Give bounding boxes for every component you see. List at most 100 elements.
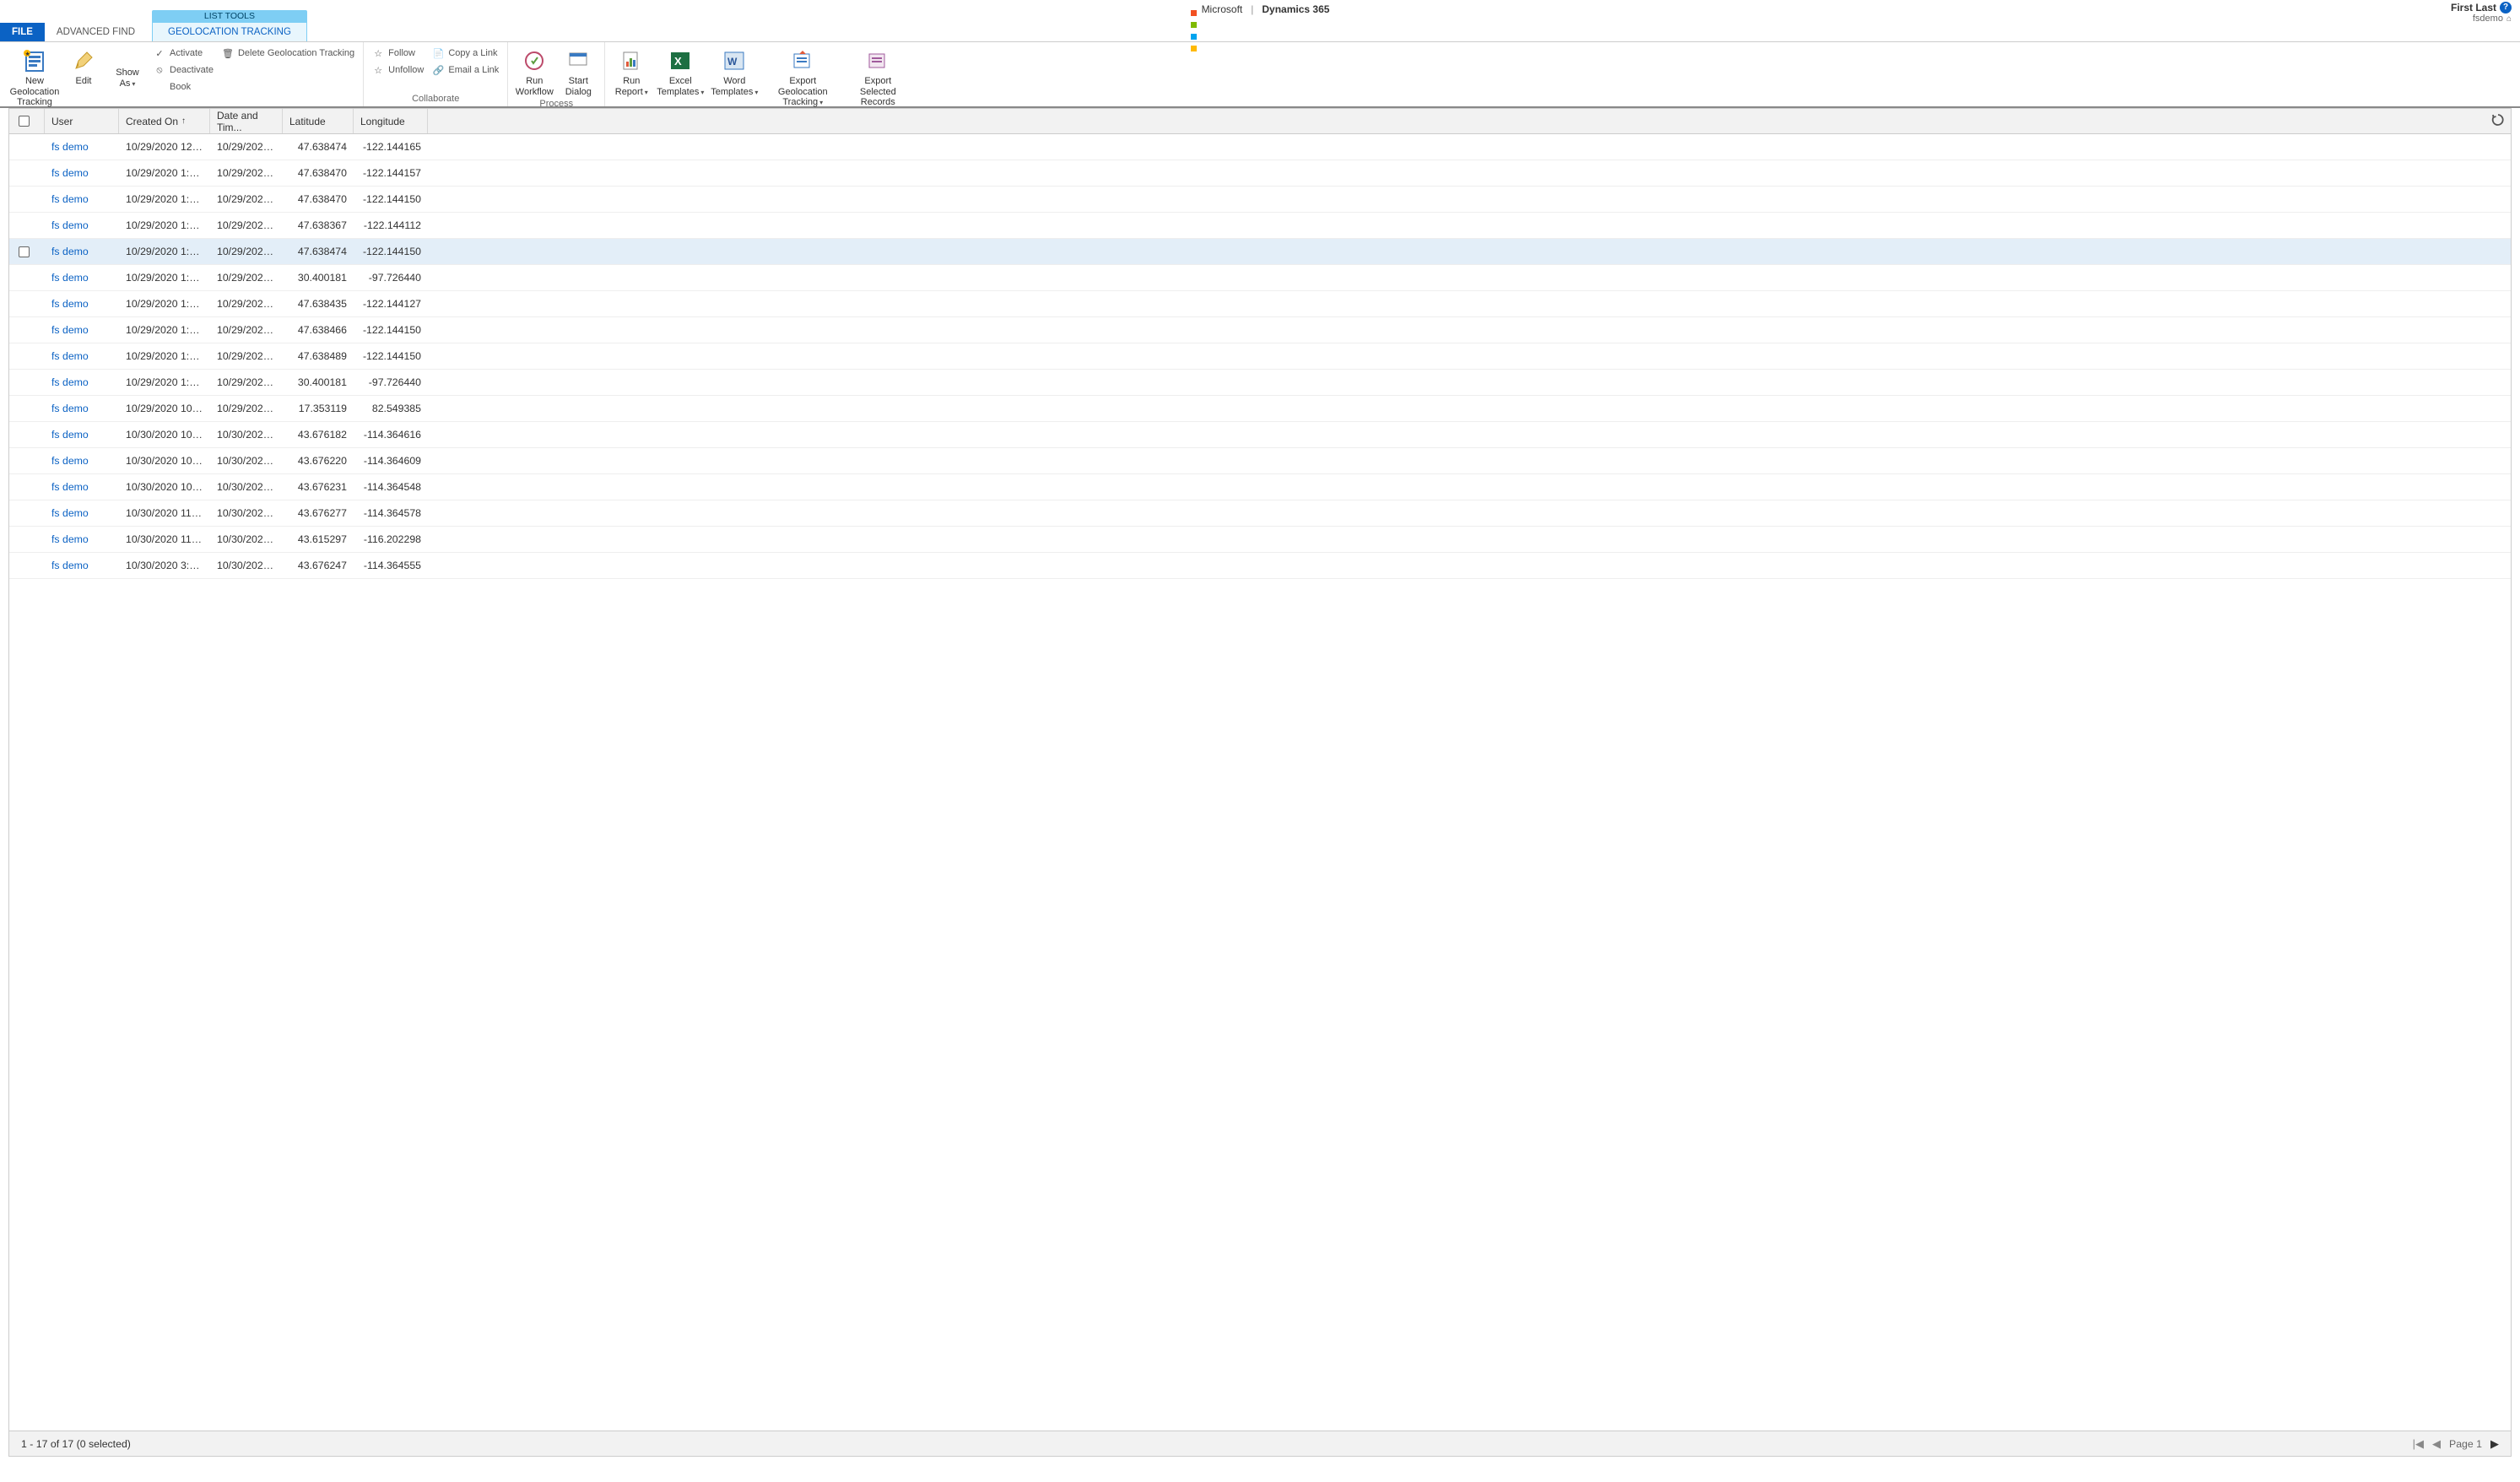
show-as-button[interactable]: Show As▾ [106,46,149,89]
table-row[interactable]: fs demo10/29/2020 12:57 ...10/29/2020 1.… [9,134,2511,160]
user-link[interactable]: fs demo [51,350,89,362]
export-selected-button[interactable]: Export Selected Records [845,46,911,108]
cell-created-on: 10/30/2020 3:13 ... [119,560,210,571]
user-link[interactable]: fs demo [51,481,89,493]
first-page-button[interactable]: |◀ [2413,1437,2424,1451]
tab-advanced-find[interactable]: ADVANCED FIND [45,23,147,41]
new-geolocation-button[interactable]: ★ New Geolocation Tracking [8,46,61,108]
product-label: Dynamics 365 [1262,3,1329,15]
table-row[interactable]: fs demo 10/30/2020 3:13 ...10/30/2020 3..… [9,553,2511,579]
table-row[interactable]: fs demo10/29/2020 1:24 ...10/29/2020 1..… [9,317,2511,343]
brand-bar: Microsoft | Dynamics 365 First Last ? fs… [0,0,2520,19]
table-row[interactable]: fs demo10/29/2020 1:20 ...10/29/2020 1..… [9,239,2511,265]
column-longitude[interactable]: Longitude [354,109,428,133]
email-link-button[interactable]: 🔗Email a Link [429,62,502,78]
table-row[interactable]: fs demo 10/29/2020 1:25 ...10/29/2020 1..… [9,343,2511,370]
user-link[interactable]: fs demo [51,560,89,571]
next-page-button[interactable]: ▶ [2490,1437,2499,1451]
delete-geolocation-button[interactable]: 🗑Delete Geolocation Tracking [219,46,358,61]
run-report-button[interactable]: Run Report▾ [610,46,652,97]
table-row[interactable]: fs demo10/30/2020 11:45 ...10/30/2020 1.… [9,500,2511,527]
cell-latitude: 47.638489 [283,350,354,362]
user-link[interactable]: fs demo [51,533,89,545]
cell-created-on: 10/29/2020 1:25 ... [119,350,210,362]
user-link[interactable]: fs demo [51,403,89,414]
column-user[interactable]: User [45,109,119,133]
report-icon [618,47,645,74]
refresh-button[interactable] [2490,112,2506,127]
table-row[interactable]: fs demo10/30/2020 10:55 ...10/30/2020 1.… [9,474,2511,500]
home-icon[interactable]: ⌂ [2506,14,2512,24]
user-link[interactable]: fs demo [51,324,89,336]
cell-created-on: 10/29/2020 10:16 ... [119,403,210,414]
chevron-down-icon: ▾ [645,89,648,96]
cell-user: fs demo [45,481,119,493]
cell-date-time: 10/29/2020 1... [210,167,283,179]
svg-text:★: ★ [25,51,30,57]
cell-created-on: 10/29/2020 1:20 ... [119,272,210,284]
ribbon-tabs: FILE ADVANCED FIND LIST TOOLS GEOLOCATIO… [0,19,2520,42]
user-link[interactable]: fs demo [51,167,89,179]
table-row[interactable]: fs demo10/29/2020 10:16 ...10/29/2020 1.… [9,396,2511,422]
cell-created-on: 10/30/2020 11:45 ... [119,507,210,519]
excel-icon: X [667,47,694,74]
table-row[interactable]: fs demo10/30/2020 10:48 ...10/30/2020 1.… [9,422,2511,448]
edit-button[interactable]: Edit [62,46,105,87]
table-row[interactable]: fs demo10/30/2020 11:59 ...10/30/2020 1.… [9,527,2511,553]
brand-separator: | [1251,3,1253,15]
user-link[interactable]: fs demo [51,193,89,205]
tab-geolocation-tracking[interactable]: GEOLOCATION TRACKING [152,22,307,41]
export-geolocation-button[interactable]: Export Geolocation Tracking▾ [762,46,843,108]
user-link[interactable]: fs demo [51,429,89,441]
start-dialog-button[interactable]: Start Dialog [557,46,599,97]
cell-date-time: 10/29/2020 1... [210,272,283,284]
export-icon [789,47,816,74]
tab-file[interactable]: FILE [0,23,45,41]
cell-longitude: -122.144150 [354,193,428,205]
row-checkbox[interactable] [9,246,38,257]
excel-templates-button[interactable]: X Excel Templates▾ [654,46,706,97]
grid-header: User Created On↑ Date and Tim... Latitud… [9,109,2511,134]
follow-button[interactable]: ☆Follow [369,46,427,61]
user-link[interactable]: fs demo [51,376,89,388]
grid-body[interactable]: fs demo10/29/2020 12:57 ...10/29/2020 1.… [9,134,2511,1431]
table-row[interactable]: fs demo10/29/2020 1:25 ...10/29/2020 1..… [9,370,2511,396]
cell-latitude: 43.676277 [283,507,354,519]
cell-longitude: -122.144127 [354,298,428,310]
copy-link-button[interactable]: 📄Copy a Link [429,46,502,61]
column-created-on[interactable]: Created On↑ [119,109,210,133]
user-link[interactable]: fs demo [51,455,89,467]
column-latitude[interactable]: Latitude [283,109,354,133]
unfollow-button[interactable]: ☆Unfollow [369,62,427,78]
column-date-time[interactable]: Date and Tim... [210,109,283,133]
user-link[interactable]: fs demo [51,272,89,284]
table-row[interactable]: fs demo 10/29/2020 1:20 ...10/29/2020 1..… [9,265,2511,291]
activate-button[interactable]: ✓Activate [150,46,217,61]
user-link[interactable]: fs demo [51,141,89,153]
user-link[interactable]: fs demo [51,507,89,519]
cell-created-on: 10/29/2020 1:25 ... [119,376,210,388]
table-row[interactable]: fs demo10/30/2020 10:48 ...10/30/2020 1.… [9,448,2511,474]
cell-latitude: 47.638470 [283,193,354,205]
prev-page-button[interactable]: ◀ [2432,1437,2441,1451]
page-label: Page 1 [2449,1438,2482,1450]
user-area[interactable]: First Last ? fsdemo ⌂ [2451,2,2512,25]
cell-date-time: 10/29/2020 1... [210,350,283,362]
ribbon: ★ New Geolocation Tracking Edit Show As▾… [0,42,2520,108]
cell-date-time: 10/30/2020 3... [210,560,283,571]
table-row[interactable]: fs demo10/29/2020 1:17 ...10/29/2020 1..… [9,187,2511,213]
user-link[interactable]: fs demo [51,219,89,231]
word-templates-button[interactable]: W Word Templates▾ [708,46,760,97]
select-all-checkbox[interactable] [9,109,38,133]
table-row[interactable]: fs demo10/29/2020 1:24 ...10/29/2020 1..… [9,291,2511,317]
group-label-collaborate: Collaborate [369,92,502,106]
book-button[interactable]: Book [150,79,217,95]
table-row[interactable]: fs demo10/29/2020 1:19 ...10/29/2020 1..… [9,213,2511,239]
run-workflow-button[interactable]: Run Workflow [513,46,555,97]
cell-longitude: -114.364609 [354,455,428,467]
user-link[interactable]: fs demo [51,246,89,257]
help-icon[interactable]: ? [2500,2,2512,14]
user-link[interactable]: fs demo [51,298,89,310]
table-row[interactable]: fs demo10/29/2020 1:08 ...10/29/2020 1..… [9,160,2511,187]
deactivate-button[interactable]: ⦸Deactivate [150,62,217,78]
